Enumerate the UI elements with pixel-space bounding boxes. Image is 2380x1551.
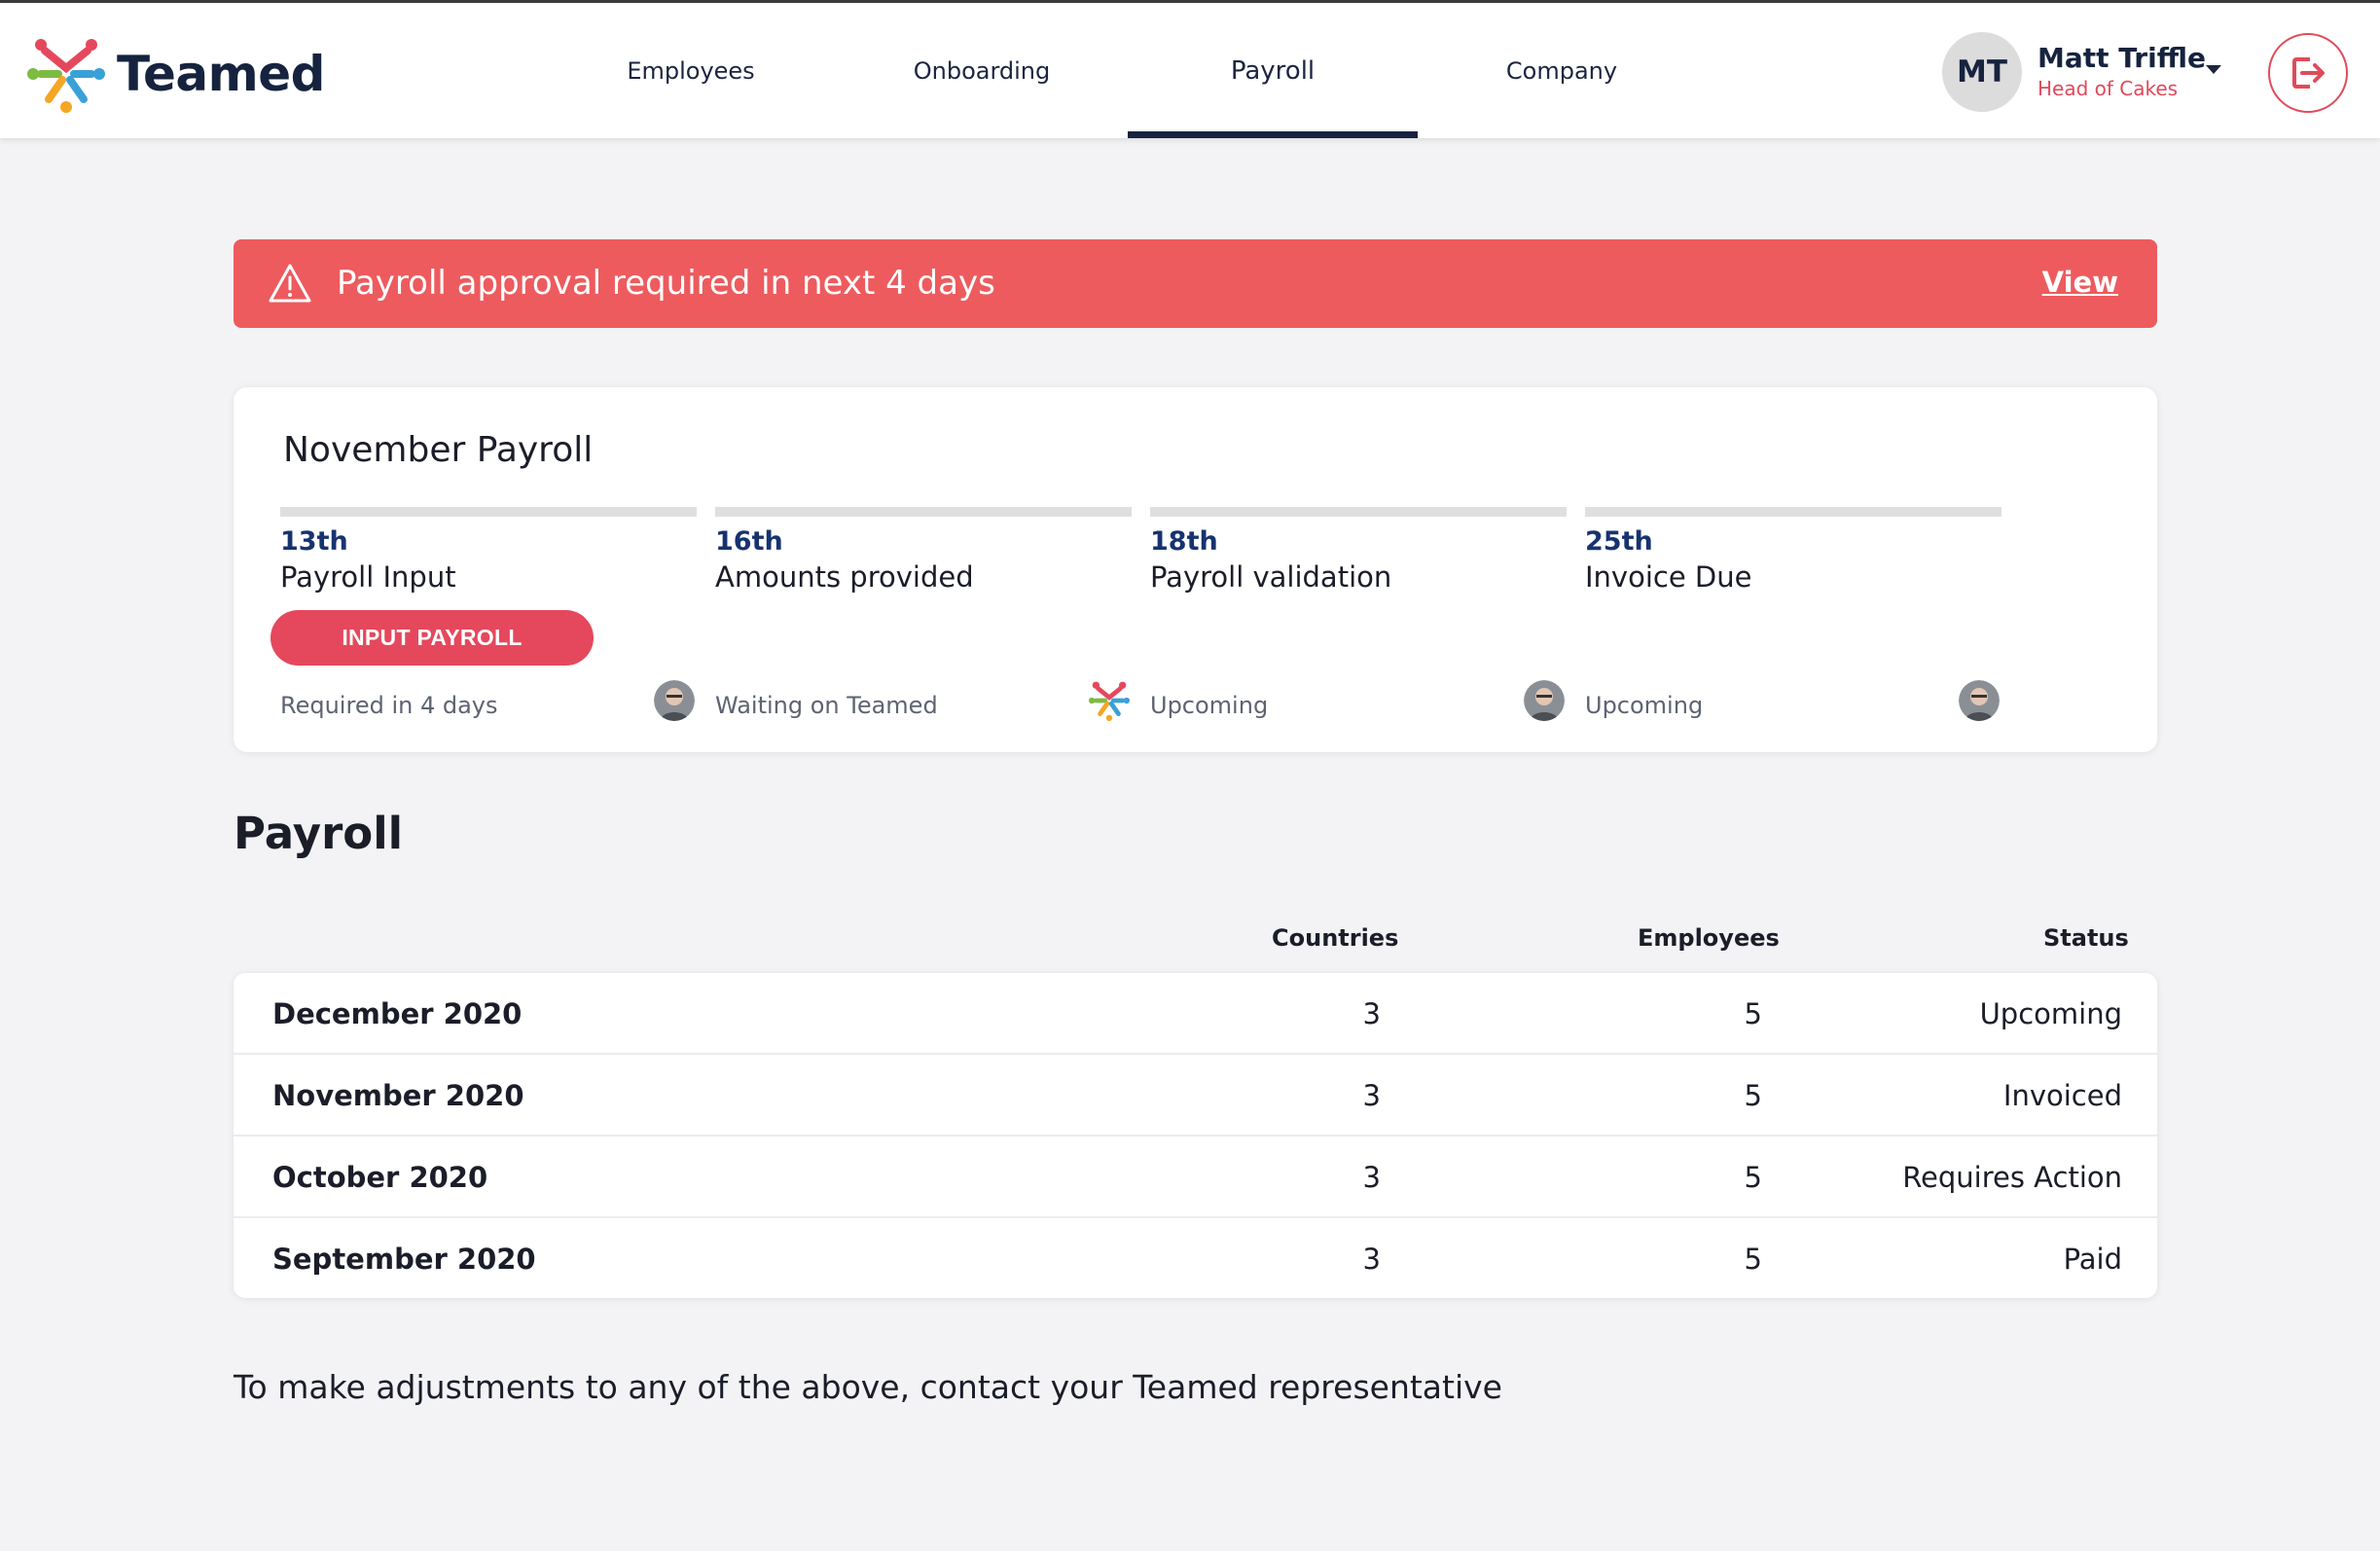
column-header-status: Status	[2043, 924, 2129, 952]
table-row[interactable]: December 2020 3 5 Upcoming	[234, 973, 2157, 1055]
footer-note: To make adjustments to any of the above,…	[234, 1368, 1502, 1406]
owner-avatar-icon	[654, 680, 695, 721]
logout-icon	[2292, 57, 2325, 89]
section-title: Payroll	[234, 808, 404, 859]
countries-cell: 3	[1362, 997, 1381, 1030]
step-date: 18th	[1150, 526, 1218, 557]
user-avatar[interactable]: MT	[1942, 32, 2022, 112]
status-cell: Paid	[2063, 1243, 2122, 1276]
period-cell: October 2020	[272, 1161, 488, 1194]
owner-avatar-icon	[1524, 680, 1565, 721]
warning-icon	[269, 264, 311, 303]
countries-cell: 3	[1362, 1079, 1381, 1112]
period-cell: December 2020	[272, 997, 523, 1030]
logo-wordmark: Teamed	[117, 46, 325, 102]
employees-cell: 5	[1744, 1243, 1762, 1276]
status-cell: Requires Action	[1902, 1161, 2122, 1194]
teamed-logo-icon	[1089, 680, 1130, 721]
teamed-logo[interactable]: Teamed	[27, 34, 325, 114]
step-status: Upcoming	[1585, 692, 1704, 719]
table-row[interactable]: September 2020 3 5 Paid	[234, 1218, 2157, 1298]
tab-employees[interactable]: Employees	[594, 3, 788, 138]
timeline-step-payroll-input: 13th Payroll Input INPUT PAYROLL Require…	[270, 507, 697, 740]
input-payroll-button[interactable]: INPUT PAYROLL	[270, 610, 594, 666]
top-navbar: Teamed Employees Onboarding Payroll Comp…	[0, 0, 2380, 138]
timeline-step-payroll-validation: 18th Payroll validation Upcoming	[1150, 507, 1567, 740]
step-date: 25th	[1585, 526, 1653, 557]
step-label: Payroll validation	[1150, 560, 1392, 594]
status-cell: Invoiced	[2002, 1079, 2122, 1112]
column-header-countries: Countries	[1272, 924, 1399, 952]
table-row[interactable]: November 2020 3 5 Invoiced	[234, 1055, 2157, 1136]
step-label: Payroll Input	[280, 560, 456, 594]
payroll-table: December 2020 3 5 Upcoming November 2020…	[234, 973, 2157, 1298]
step-progress-bar	[1585, 507, 2001, 517]
payroll-alert-banner: Payroll approval required in next 4 days…	[234, 239, 2157, 328]
card-title: November Payroll	[283, 430, 594, 470]
tab-onboarding[interactable]: Onboarding	[880, 3, 1084, 138]
step-progress-bar	[1150, 507, 1567, 517]
payroll-timeline-card: November Payroll 13th Payroll Input INPU…	[234, 387, 2157, 752]
alert-view-link[interactable]: View	[2042, 239, 2118, 325]
employees-cell: 5	[1744, 1079, 1762, 1112]
step-status: Waiting on Teamed	[715, 692, 938, 719]
step-label: Invoice Due	[1585, 560, 1752, 594]
teamed-logo-icon	[27, 39, 105, 113]
table-row[interactable]: October 2020 3 5 Requires Action	[234, 1136, 2157, 1218]
step-label: Amounts provided	[715, 560, 974, 594]
employees-cell: 5	[1744, 997, 1762, 1030]
period-cell: November 2020	[272, 1079, 524, 1112]
tab-payroll[interactable]: Payroll	[1128, 3, 1418, 138]
chevron-down-icon[interactable]	[2206, 65, 2221, 74]
timeline-step-amounts-provided: 16th Amounts provided Waiting on Teamed	[715, 507, 1132, 740]
step-status: Upcoming	[1150, 692, 1269, 719]
status-cell: Upcoming	[1979, 997, 2122, 1030]
step-progress-bar	[280, 507, 697, 517]
step-date: 13th	[280, 526, 348, 557]
alert-message: Payroll approval required in next 4 days	[337, 264, 995, 303]
column-header-employees: Employees	[1638, 924, 1780, 952]
employees-cell: 5	[1744, 1161, 1762, 1194]
timeline-step-invoice-due: 25th Invoice Due Upcoming	[1585, 507, 2001, 740]
step-date: 16th	[715, 526, 783, 557]
user-name[interactable]: Matt Triffle	[2037, 42, 2206, 74]
step-status: Required in 4 days	[280, 692, 498, 719]
owner-avatar-icon	[1959, 680, 2000, 721]
period-cell: September 2020	[272, 1243, 536, 1276]
tab-company[interactable]: Company	[1464, 3, 1659, 138]
user-role: Head of Cakes	[2037, 77, 2179, 100]
step-progress-bar	[715, 507, 1132, 517]
logout-button[interactable]	[2268, 33, 2348, 113]
countries-cell: 3	[1362, 1243, 1381, 1276]
countries-cell: 3	[1362, 1161, 1381, 1194]
